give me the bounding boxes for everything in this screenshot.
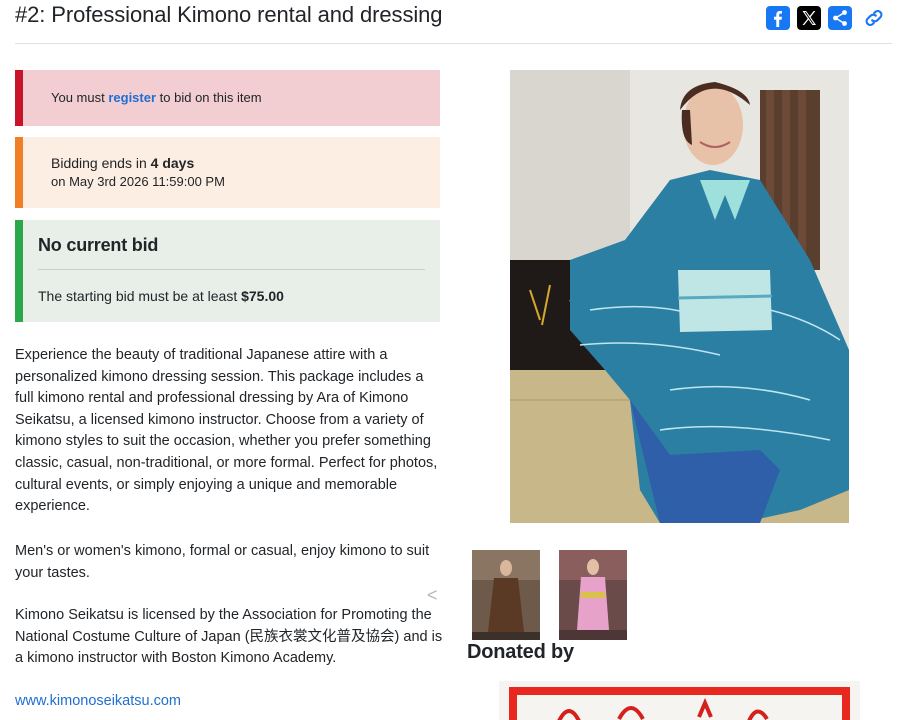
starting-bid-amount: $75.00 xyxy=(241,288,284,304)
thumbnail-image xyxy=(472,550,540,640)
copy-link-button[interactable] xyxy=(862,6,886,30)
link-icon xyxy=(865,10,883,26)
current-bid-heading: No current bid xyxy=(38,235,159,255)
gallery-prev-arrow[interactable]: < xyxy=(427,585,438,606)
main-item-photo[interactable] xyxy=(510,70,849,523)
description-paragraph: Experience the beauty of traditional Jap… xyxy=(15,347,438,515)
facebook-icon xyxy=(774,11,782,27)
description-paragraph: Kimono Seikatsu is licensed by the Assoc… xyxy=(15,607,443,667)
starting-bid-text: The starting bid must be at least $75.00 xyxy=(38,288,284,304)
register-link[interactable]: register xyxy=(108,90,156,105)
donor-logo xyxy=(499,681,860,720)
bid-status-panel: No current bid The starting bid must be … xyxy=(15,220,440,322)
donor-website-link[interactable]: www.kimonoseikatsu.com xyxy=(15,693,181,709)
bidding-duration: 4 days xyxy=(150,155,195,171)
facebook-share-button[interactable] xyxy=(766,6,790,30)
donor-logo-image xyxy=(509,687,850,720)
thumbnail-image xyxy=(559,550,627,640)
share-icon xyxy=(833,10,847,26)
x-share-button[interactable] xyxy=(797,6,821,30)
title-divider xyxy=(15,43,892,44)
page-title: #2: Professional Kimono rental and dress… xyxy=(15,2,443,27)
bidding-end-date: on May 3rd 2026 11:59:00 PM xyxy=(51,174,225,189)
description-paragraph: Men's or women's kimono, formal or casua… xyxy=(15,543,430,581)
register-message: You must register to bid on this item xyxy=(51,90,262,105)
donated-by-heading: Donated by xyxy=(467,641,574,663)
kimono-photo-illustration xyxy=(510,70,849,523)
share-button[interactable] xyxy=(828,6,852,30)
gallery-thumbnail[interactable] xyxy=(559,550,627,640)
bidding-ends-alert: Bidding ends in 4 days on May 3rd 2026 1… xyxy=(15,137,440,208)
bidding-ends-line: Bidding ends in 4 days xyxy=(51,155,195,171)
gallery-thumbnail[interactable] xyxy=(472,550,540,640)
x-icon xyxy=(802,11,816,25)
bid-status-divider xyxy=(38,269,425,270)
register-alert: You must register to bid on this item xyxy=(15,70,440,126)
